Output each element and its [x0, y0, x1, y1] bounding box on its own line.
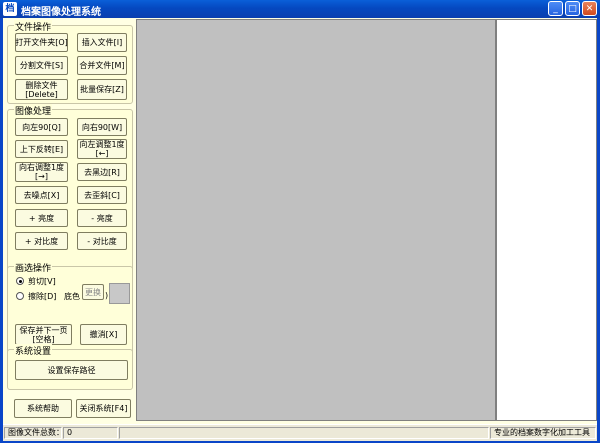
batch-save-button[interactable]: 批量保存[Z]: [77, 79, 127, 100]
file-ops-legend: 文件操作: [14, 20, 53, 33]
image-canvas[interactable]: [136, 19, 496, 421]
app-icon: 档: [3, 2, 17, 16]
help-button[interactable]: 系统帮助: [14, 399, 72, 418]
tagline: 专业的档案数字化加工工具: [490, 427, 596, 439]
contrast-down-button[interactable]: - 对比度: [77, 232, 127, 250]
brightness-down-button[interactable]: - 亮度: [77, 209, 127, 227]
thumbnail-panel[interactable]: [496, 19, 597, 421]
remove-black-edge-button[interactable]: 去黑边[R]: [77, 163, 127, 181]
delete-file-button[interactable]: 删除文件 [Delete]: [15, 79, 68, 100]
erase-label: 擦除[D]: [28, 292, 57, 301]
adjust-right-button[interactable]: 向右调整1度 [→]: [15, 162, 68, 182]
undo-button[interactable]: 撤消[X]: [80, 324, 127, 345]
crop-label: 剪切[V]: [28, 277, 56, 286]
close-system-button[interactable]: 关闭系统[F4]: [76, 399, 131, 418]
adjust-left-button[interactable]: 向左调整1度 [←]: [77, 139, 127, 159]
erase-radio[interactable]: [16, 292, 24, 300]
save-next-button[interactable]: 保存并下一页 [空格]: [15, 324, 72, 345]
image-ops-group: 图像处理 向左90[Q] 向右90[W] 上下反转[E] 向左调整1度 [←] …: [7, 104, 133, 272]
status-empty-pane: [119, 427, 489, 439]
open-folder-button[interactable]: 打开文件夹[O]: [15, 33, 68, 52]
close-icon[interactable]: ✕: [582, 1, 597, 16]
file-ops-group: 文件操作 打开文件夹[O] 插入文件[I] 分割文件[S] 合并文件[M] 删除…: [7, 20, 133, 104]
denoise-button[interactable]: 去噪点[X]: [15, 186, 68, 204]
settings-legend: 系统设置: [14, 344, 53, 357]
bg-color-swatch[interactable]: [109, 283, 130, 304]
insert-file-button[interactable]: 插入文件[I]: [77, 33, 127, 52]
bg-color-label: 底色: [64, 292, 80, 301]
flip-button[interactable]: 上下反转[E]: [15, 140, 68, 158]
title-bar[interactable]: 档 档案图像处理系统 _ □ ✕: [0, 0, 600, 18]
bg-color-paren: ): [105, 291, 109, 300]
brightness-up-button[interactable]: + 亮度: [15, 209, 68, 227]
crop-radio[interactable]: [16, 277, 24, 285]
select-ops-legend: 画选操作: [14, 261, 53, 274]
split-file-button[interactable]: 分割文件[S]: [15, 56, 68, 75]
file-count-label: 图像文件总数：: [4, 427, 64, 439]
maximize-icon[interactable]: □: [565, 1, 580, 16]
window-title: 档案图像处理系统: [21, 7, 101, 18]
settings-group: 系统设置 设置保存路径: [7, 344, 133, 390]
deskew-button[interactable]: 去歪斜[C]: [77, 186, 127, 204]
image-ops-legend: 图像处理: [14, 104, 53, 117]
rotate-right-button[interactable]: 向右90[W]: [77, 118, 127, 136]
merge-file-button[interactable]: 合并文件[M]: [77, 56, 127, 75]
status-bar: 图像文件总数： 0 专业的档案数字化加工工具: [3, 424, 597, 441]
change-color-button[interactable]: 更换: [82, 284, 104, 300]
contrast-up-button[interactable]: + 对比度: [15, 232, 68, 250]
minimize-icon[interactable]: _: [548, 1, 563, 16]
main-window: 文件操作 打开文件夹[O] 插入文件[I] 分割文件[S] 合并文件[M] 删除…: [0, 18, 600, 443]
set-save-path-button[interactable]: 设置保存路径: [15, 360, 128, 380]
rotate-left-button[interactable]: 向左90[Q]: [15, 118, 68, 136]
file-count-value: 0: [63, 427, 118, 439]
